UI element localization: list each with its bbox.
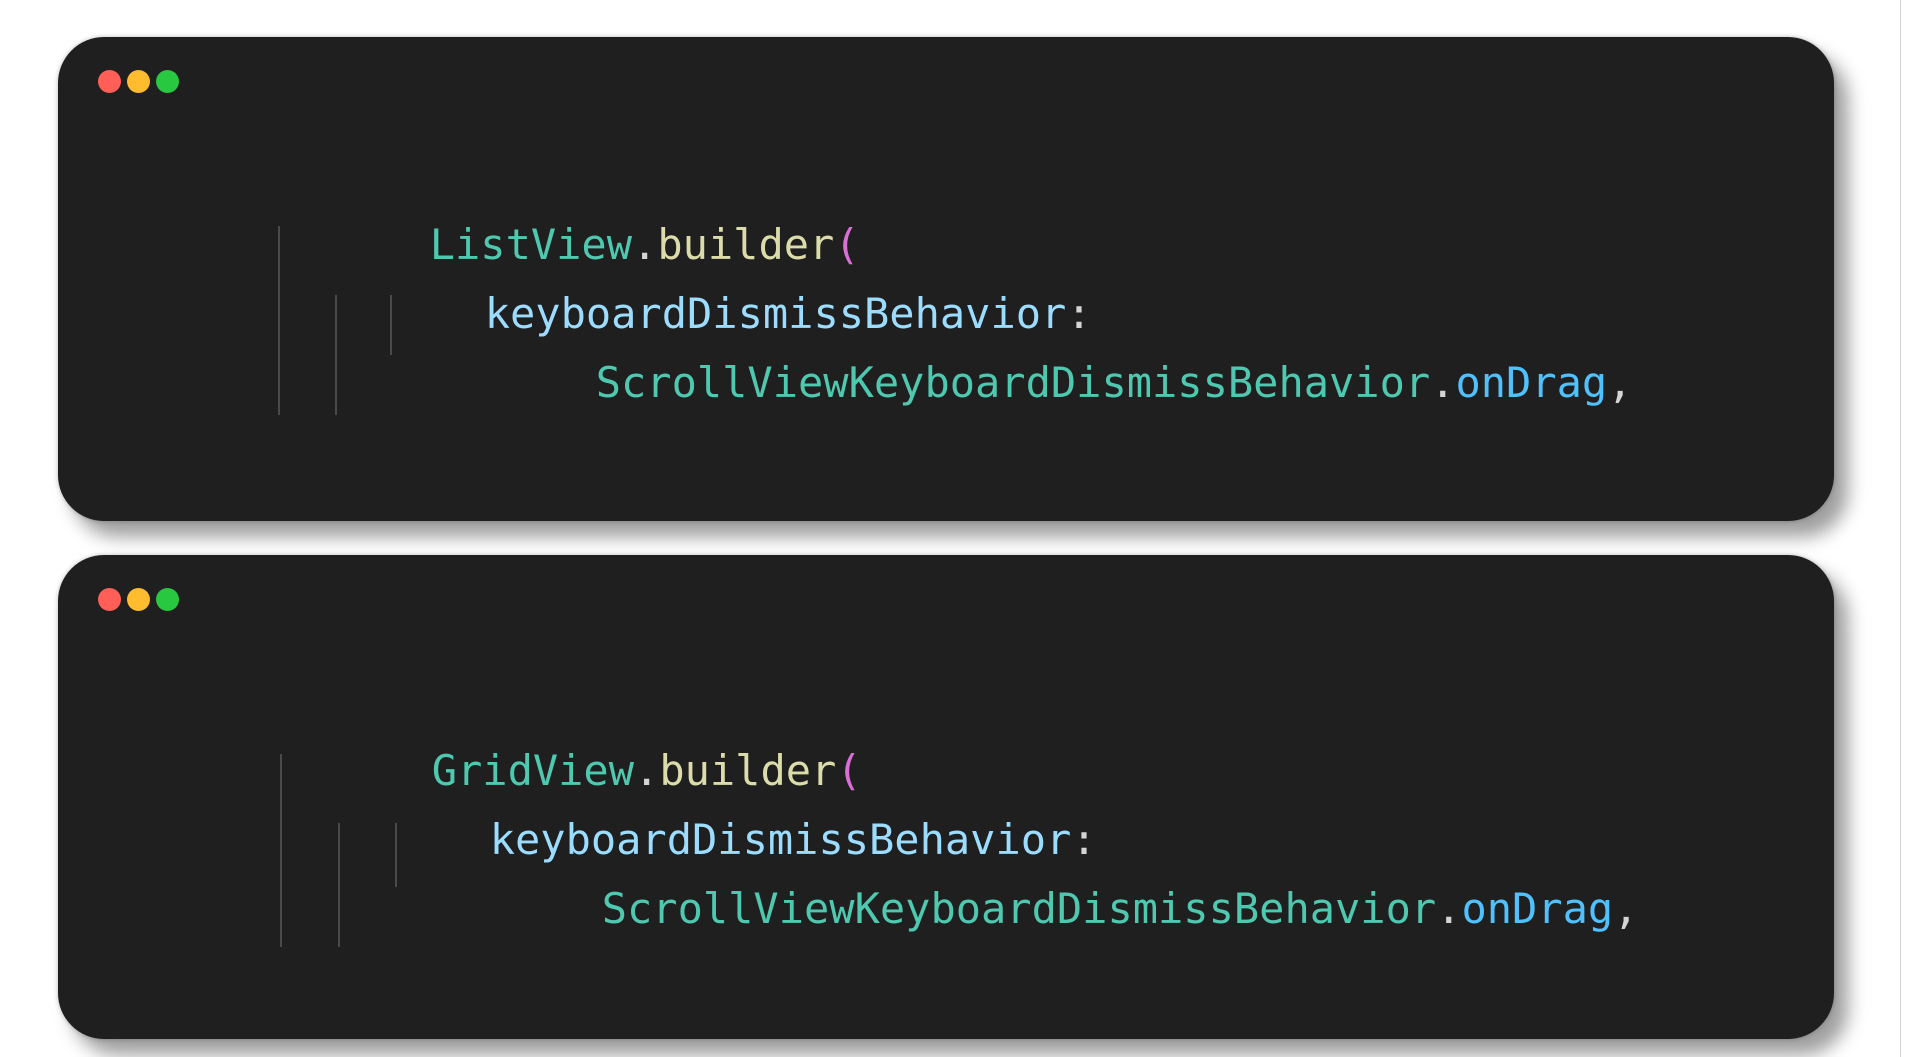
code-window-listview: ListView.builder( keyboardDismissBehavio… <box>58 37 1834 521</box>
enum-value: onDrag <box>1461 884 1614 933</box>
window-controls <box>98 70 179 93</box>
member-dot: . <box>1430 358 1456 407</box>
screenshot-stage: ListView.builder( keyboardDismissBehavio… <box>0 0 1906 1057</box>
code-line-3: ScrollViewKeyboardDismissBehavior.onDrag… <box>450 831 1639 987</box>
member-dot: . <box>1436 884 1462 933</box>
close-dot[interactable] <box>98 588 121 611</box>
maximize-dot[interactable] <box>156 588 179 611</box>
code-line-3: ScrollViewKeyboardDismissBehavior.onDrag… <box>444 305 1633 461</box>
trailing-comma: , <box>1607 358 1633 407</box>
minimize-dot[interactable] <box>127 588 150 611</box>
close-dot[interactable] <box>98 70 121 93</box>
enum-type: ScrollViewKeyboardDismissBehavior <box>595 358 1431 407</box>
window-controls <box>98 588 179 611</box>
enum-type: ScrollViewKeyboardDismissBehavior <box>601 884 1437 933</box>
maximize-dot[interactable] <box>156 70 179 93</box>
minimize-dot[interactable] <box>127 70 150 93</box>
trailing-comma: , <box>1613 884 1639 933</box>
enum-value: onDrag <box>1455 358 1608 407</box>
code-window-gridview: GridView.builder( keyboardDismissBehavio… <box>58 555 1834 1039</box>
right-edge-divider <box>1900 0 1901 1057</box>
